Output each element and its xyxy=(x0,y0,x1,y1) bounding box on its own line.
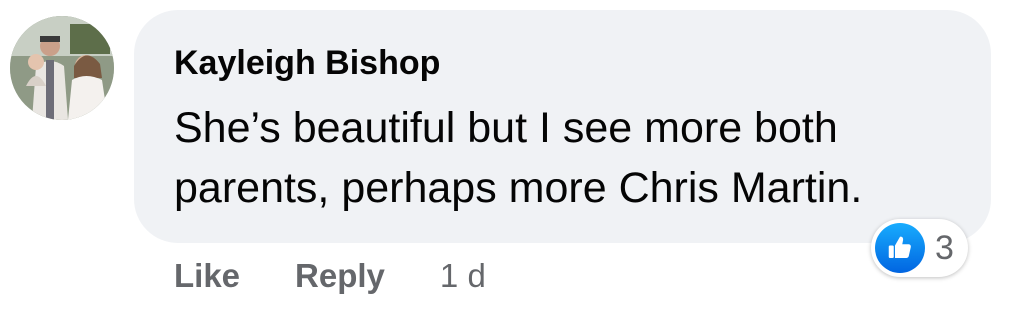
comment-bubble: Kayleigh Bishop She’s beautiful but I se… xyxy=(134,10,991,243)
comment-timestamp[interactable]: 1 d xyxy=(440,254,486,298)
profile-photo-icon xyxy=(10,16,114,120)
reaction-summary[interactable]: 3 xyxy=(871,219,968,277)
comment-author[interactable]: Kayleigh Bishop xyxy=(174,43,440,83)
comment-actions: Like Reply 1 d xyxy=(174,254,486,298)
reaction-count: 3 xyxy=(935,229,954,267)
like-button[interactable]: Like xyxy=(174,254,240,298)
reply-button[interactable]: Reply xyxy=(295,254,385,298)
avatar[interactable] xyxy=(10,16,114,120)
thumbs-up-icon xyxy=(875,223,925,273)
comment-text: She’s beautiful but I see more both pare… xyxy=(174,104,863,212)
